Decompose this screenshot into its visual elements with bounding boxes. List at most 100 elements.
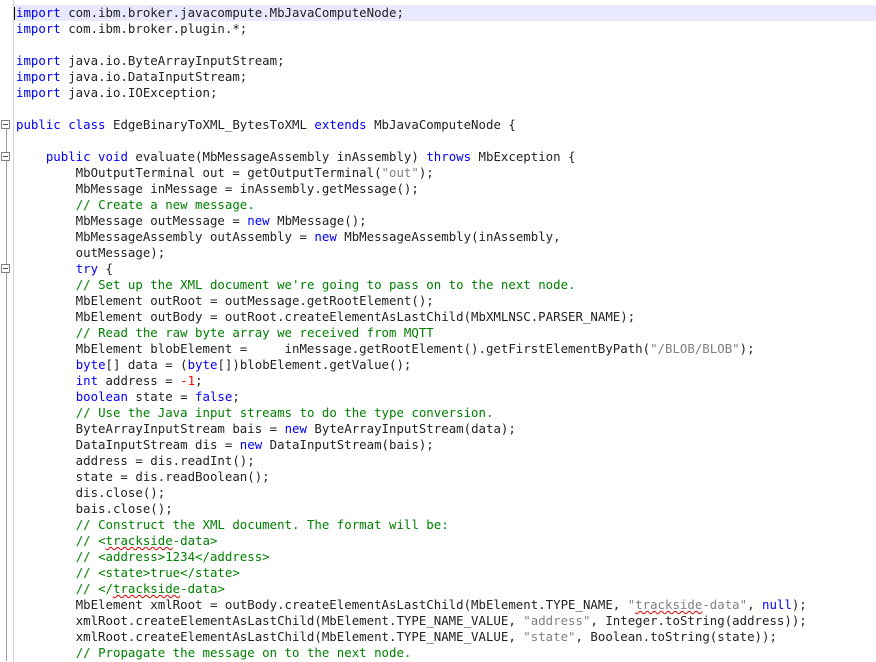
code-token: xmlRoot.createElementAsLastChild(MbEleme… (16, 629, 524, 644)
code-line[interactable]: MbMessageAssembly outAssembly = new MbMe… (16, 229, 876, 245)
code-token: MbElement outRoot = outMessage.getRootEl… (16, 293, 434, 308)
code-line[interactable]: MbElement outBody = outRoot.createElemen… (16, 309, 876, 325)
code-token: byte (187, 357, 218, 372)
code-token: import (16, 21, 61, 36)
code-line[interactable]: import com.ibm.broker.javacompute.MbJava… (14, 5, 876, 21)
code-line[interactable]: // Construct the XML document. The forma… (16, 517, 876, 533)
code-line[interactable]: dis.close(); (16, 485, 876, 501)
code-line[interactable]: // <address>1234</address> (16, 549, 876, 565)
code-line[interactable]: import java.io.IOException; (16, 85, 876, 101)
code-line[interactable]: // Create a new message. (16, 197, 876, 213)
code-line[interactable] (16, 133, 876, 149)
code-token: dis.close(); (16, 485, 166, 500)
code-token: MbException { (471, 149, 576, 164)
code-line[interactable]: // Propagate the message on to the next … (16, 645, 876, 661)
code-line[interactable]: MbOutputTerminal out = getOutputTerminal… (16, 165, 876, 181)
code-token: ); (791, 597, 807, 612)
code-token: com.ibm.broker.javacompute.MbJavaCompute… (60, 5, 404, 20)
fold-toggle-icon[interactable] (1, 264, 10, 273)
code-line[interactable]: MbElement blobElement = inMessage.getRoo… (16, 341, 876, 357)
code-token: -1 (180, 373, 196, 388)
code-line[interactable]: MbElement outRoot = outMessage.getRootEl… (16, 293, 876, 309)
code-token: import (16, 69, 61, 84)
code-token: new (247, 213, 270, 228)
code-line[interactable]: byte[] data = (byte[])blobElement.getVal… (16, 357, 876, 373)
code-token: , (747, 597, 762, 612)
code-line[interactable]: DataInputStream dis = new DataInputStrea… (16, 437, 876, 453)
code-line[interactable]: try { (16, 261, 876, 277)
code-token: [])blobElement.getValue(); (217, 357, 412, 372)
code-line[interactable]: boolean state = false; (16, 389, 876, 405)
code-token: // Construct the XML document. The forma… (75, 517, 449, 532)
fold-toggle-icon[interactable] (1, 120, 10, 129)
code-line[interactable]: // <state>true</state> (16, 565, 876, 581)
code-token: false (195, 389, 233, 404)
code-line[interactable]: outMessage); (16, 245, 876, 261)
code-token: boolean (75, 389, 128, 404)
code-line[interactable]: import com.ibm.broker.plugin.*; (16, 21, 876, 37)
code-line[interactable]: public class EdgeBinaryToXML_BytesToXML … (16, 117, 876, 133)
code-token: "state" (523, 629, 576, 644)
code-line[interactable]: // Set up the XML document we're going t… (16, 277, 876, 293)
code-token: MbElement blobElement = inMessage.getRoo… (16, 341, 651, 356)
code-token: int (75, 373, 99, 388)
code-token: null (762, 597, 792, 612)
code-token: , Boolean.toString(state)); (575, 629, 777, 644)
code-line[interactable]: import java.io.ByteArrayInputStream; (16, 53, 876, 69)
code-line[interactable]: MbElement xmlRoot = outBody.createElemen… (16, 597, 876, 613)
code-token: MbElement outBody = outRoot.createElemen… (16, 309, 636, 324)
code-line[interactable]: ByteArrayInputStream bais = new ByteArra… (16, 421, 876, 437)
code-line[interactable]: int address = -1; (16, 373, 876, 389)
code-token: MbJavaComputeNode { (366, 117, 516, 132)
code-line[interactable]: // Read the raw byte array we received f… (16, 325, 876, 341)
code-token: trackside (113, 581, 181, 596)
code-token: java.io.DataInputStream; (60, 69, 248, 84)
code-token: , Integer.toString(address)); (590, 613, 807, 628)
code-token: MbMessage outMessage = (16, 213, 248, 228)
code-token: ByteArrayInputStream bais = (16, 421, 285, 436)
code-line[interactable]: xmlRoot.createElementAsLastChild(MbEleme… (16, 613, 876, 629)
code-token: byte (75, 357, 106, 372)
code-token: address = dis.readInt(); (16, 453, 255, 468)
code-token: import (16, 85, 61, 100)
code-token: MbMessage inMessage = inAssembly.getMess… (16, 181, 419, 196)
code-token: // <address>1234</address> (75, 549, 270, 564)
code-token: // < (75, 533, 106, 548)
code-line[interactable]: public void evaluate(MbMessageAssembly i… (16, 149, 876, 165)
code-token: "address" (523, 613, 591, 628)
code-area[interactable]: import com.ibm.broker.javacompute.MbJava… (14, 5, 876, 661)
code-token: com.ibm.broker.plugin.*; (60, 21, 248, 36)
code-line[interactable]: // </trackside-data> (16, 581, 876, 597)
code-line[interactable] (16, 101, 876, 117)
text-caret (14, 7, 15, 20)
code-token: import (16, 53, 61, 68)
code-token: // Create a new message. (75, 197, 255, 212)
code-editor[interactable]: import com.ibm.broker.javacompute.MbJava… (0, 0, 876, 662)
code-line[interactable]: bais.close(); (16, 501, 876, 517)
code-token: { (98, 261, 113, 276)
code-token: new (284, 421, 307, 436)
code-token: DataInputStream(bais); (262, 437, 434, 452)
code-line[interactable]: MbMessage inMessage = inAssembly.getMess… (16, 181, 876, 197)
code-line[interactable]: // <trackside-data> (16, 533, 876, 549)
code-line[interactable]: state = dis.readBoolean(); (16, 469, 876, 485)
code-token: extends (314, 117, 367, 132)
code-line[interactable]: xmlRoot.createElementAsLastChild(MbEleme… (16, 629, 876, 645)
code-line[interactable]: import java.io.DataInputStream; (16, 69, 876, 85)
code-line[interactable]: address = dis.readInt(); (16, 453, 876, 469)
fold-toggle-icon[interactable] (1, 152, 10, 161)
code-token: // </ (75, 581, 113, 596)
code-line[interactable] (16, 37, 876, 53)
code-token: public class (16, 117, 106, 132)
code-line[interactable]: // Use the Java input streams to do the … (16, 405, 876, 421)
code-line[interactable]: MbMessage outMessage = new MbMessage(); (16, 213, 876, 229)
code-token: outMessage); (16, 245, 166, 260)
